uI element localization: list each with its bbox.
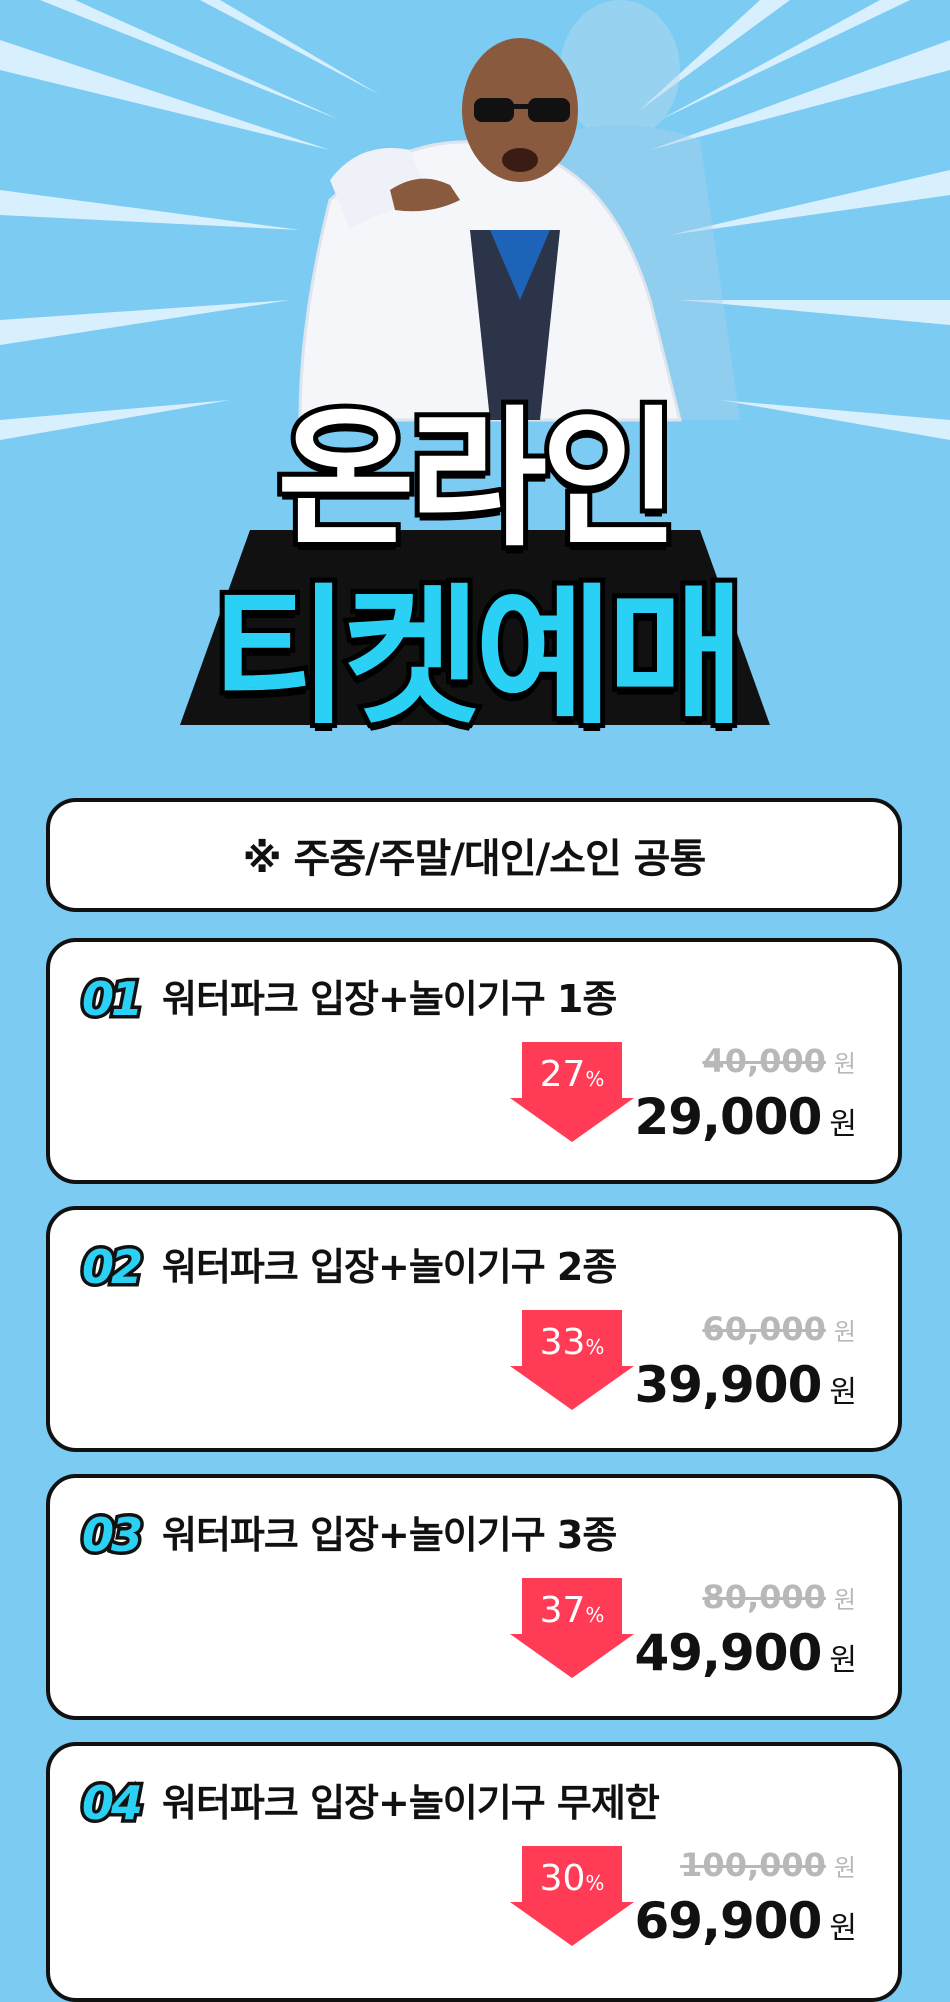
original-price-value: 80,000 — [702, 1578, 826, 1616]
currency-unit: 원 — [833, 1586, 856, 1614]
original-price-value: 100,000 — [680, 1846, 826, 1884]
ticket-number: 01 — [78, 969, 146, 1030]
original-price-value: 60,000 — [702, 1310, 826, 1348]
notice-box: ※ 주중/주말/대인/소인 공통 — [46, 798, 902, 912]
sale-price: 39,900 원 — [634, 1356, 857, 1414]
discount-value: 33 — [539, 1322, 586, 1363]
ticket-name: 워터파크 입장+놀이기구 무제한 — [162, 1781, 660, 1825]
discount-unit: % — [585, 1067, 605, 1091]
currency-unit: 원 — [829, 1107, 857, 1142]
sale-price-value: 69,900 — [634, 1892, 822, 1950]
ticket-card[interactable]: 02 워터파크 입장+놀이기구 2종 33% 60,000 원 39,900 원 — [46, 1206, 902, 1452]
original-price: 60,000 원 — [702, 1310, 856, 1348]
discount-unit: % — [585, 1871, 605, 1895]
sale-price: 69,900 원 — [634, 1892, 857, 1950]
title-line2: 티켓예매 — [206, 571, 750, 745]
ticket-name: 워터파크 입장+놀이기구 3종 — [162, 1513, 617, 1557]
original-price: 40,000 원 — [702, 1042, 856, 1080]
discount-rate: 30% — [510, 1858, 634, 1899]
ticket-number: 03 — [78, 1505, 146, 1566]
currency-unit: 원 — [829, 1375, 857, 1410]
original-price: 80,000 원 — [702, 1578, 856, 1616]
title-line1: 온라인 — [272, 393, 684, 567]
sale-price: 49,900 원 — [634, 1624, 857, 1682]
discount-rate: 37% — [510, 1590, 634, 1631]
original-price: 100,000 원 — [680, 1846, 856, 1884]
ticket-number: 02 — [78, 1237, 146, 1298]
currency-unit: 원 — [829, 1643, 857, 1678]
ticket-card[interactable]: 03 워터파크 입장+놀이기구 3종 37% 80,000 원 49,900 원 — [46, 1474, 902, 1720]
discount-unit: % — [585, 1335, 605, 1359]
ticket-card[interactable]: 04 워터파크 입장+놀이기구 무제한 30% 100,000 원 69,900 원 — [46, 1742, 902, 2002]
ticket-card[interactable]: 01 워터파크 입장+놀이기구 1종 27% 40,000 원 29,000 원 — [46, 938, 902, 1184]
ticket-name: 워터파크 입장+놀이기구 2종 — [162, 1245, 617, 1289]
page-title: 온라인 티켓예매 — [0, 395, 950, 755]
original-price-value: 40,000 — [702, 1042, 826, 1080]
currency-unit: 원 — [833, 1854, 856, 1882]
discount-value: 37 — [539, 1590, 586, 1631]
currency-unit: 원 — [829, 1911, 857, 1946]
sale-price-value: 49,900 — [634, 1624, 822, 1682]
sale-price-value: 29,000 — [634, 1088, 822, 1146]
ticket-number: 04 — [78, 1773, 146, 1834]
sale-price-value: 39,900 — [634, 1356, 822, 1414]
discount-value: 30 — [539, 1858, 586, 1899]
ticket-name: 워터파크 입장+놀이기구 1종 — [162, 977, 617, 1021]
sale-price: 29,000 원 — [634, 1088, 857, 1146]
discount-unit: % — [585, 1603, 605, 1627]
notice-text: ※ 주중/주말/대인/소인 공통 — [242, 836, 707, 882]
currency-unit: 원 — [833, 1050, 856, 1078]
discount-value: 27 — [539, 1054, 586, 1095]
discount-rate: 33% — [510, 1322, 634, 1363]
currency-unit: 원 — [833, 1318, 856, 1346]
discount-rate: 27% — [510, 1054, 634, 1095]
